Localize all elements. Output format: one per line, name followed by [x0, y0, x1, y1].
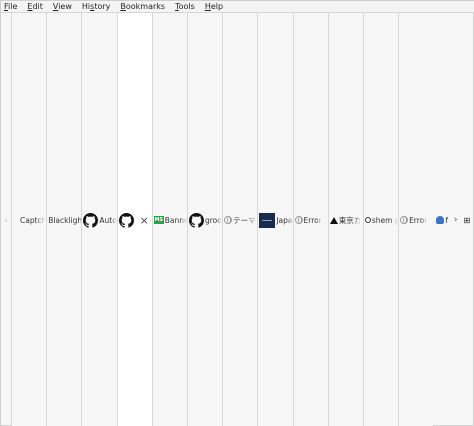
- tab-content: shem p: [364, 216, 398, 225]
- tab-banner[interactable]: MS Banner: [151, 13, 187, 426]
- tab-label: groot: [204, 215, 222, 225]
- tab-content: Captcha: [12, 216, 46, 225]
- tab-content: ×: [118, 212, 152, 228]
- github-icon: [118, 212, 134, 228]
- github-icon: [188, 212, 204, 228]
- tab-strip-end: f › ⊞: [433, 13, 474, 426]
- tab-label: Japan: [276, 215, 293, 225]
- chevron-left-icon: ‹: [4, 215, 8, 225]
- menu-history[interactable]: History: [82, 2, 110, 12]
- tab-content: groot: [188, 212, 222, 228]
- tab-content: Japan: [258, 212, 293, 228]
- tab-auto[interactable]: Auto: [81, 13, 117, 426]
- tab-error-2[interactable]: Error: [398, 13, 434, 426]
- menu-bar: File Edit View History Bookmarks Tools H…: [1, 1, 474, 13]
- site-thumbnail-icon: [259, 212, 276, 228]
- tab-label: 東京カ: [338, 215, 362, 225]
- tab-content: Blacklight: [47, 216, 81, 225]
- menu-tools[interactable]: Tools: [175, 2, 195, 12]
- search-icon: [364, 217, 371, 223]
- tab-label: Auto: [99, 215, 117, 225]
- tab-content: Error: [399, 216, 433, 225]
- tab-strip: ‹ Captcha Blacklight Auto: [1, 13, 474, 426]
- tab-content: Error: [294, 216, 328, 225]
- close-tab-icon[interactable]: ×: [140, 214, 149, 227]
- tab-label: Captcha: [20, 215, 47, 225]
- tab-content: テーマ: [223, 215, 257, 226]
- menu-view[interactable]: View: [53, 2, 72, 12]
- warning-icon: [329, 216, 338, 224]
- tab-theme[interactable]: テーマ: [222, 13, 258, 426]
- menu-help[interactable]: Help: [205, 2, 223, 12]
- tab-content: Auto: [82, 212, 117, 228]
- tab-label: shem p: [371, 215, 399, 225]
- github-icon: [83, 212, 99, 228]
- menu-file[interactable]: File: [4, 2, 17, 12]
- list-all-tabs-icon[interactable]: ⊞: [464, 216, 471, 225]
- tab-scroll-left-button[interactable]: ‹: [1, 13, 11, 426]
- tab-captcha[interactable]: Captcha: [11, 13, 47, 426]
- ms-icon: MS: [153, 216, 164, 224]
- tab-content: MS Banner: [153, 216, 187, 225]
- tab-japan[interactable]: Japan: [257, 13, 293, 426]
- tab-label: テーマ: [233, 215, 256, 225]
- browser-window: File Edit View History Bookmarks Tools H…: [0, 0, 474, 426]
- tab-github-current[interactable]: ×: [116, 13, 152, 426]
- site-icon: [436, 216, 445, 224]
- chevron-right-icon[interactable]: ›: [454, 215, 458, 225]
- tab-error-1[interactable]: Error: [292, 13, 328, 426]
- menu-edit[interactable]: Edit: [27, 2, 43, 12]
- globe-icon: [294, 216, 303, 224]
- tab-label: f: [445, 215, 448, 225]
- tab-groot[interactable]: groot: [186, 13, 223, 426]
- tab-label: Blacklight: [48, 215, 81, 225]
- globe-icon: [224, 216, 233, 224]
- tab-label: Error: [409, 215, 428, 225]
- globe-icon: [400, 216, 409, 224]
- tab-shem[interactable]: shem p: [362, 13, 399, 426]
- tab-tokyo[interactable]: 東京カ: [327, 13, 363, 426]
- tab-label: Banner: [164, 215, 187, 225]
- tab-label: Error: [303, 215, 322, 225]
- tab-blacklight[interactable]: Blacklight: [46, 13, 82, 426]
- menu-bookmarks[interactable]: Bookmarks: [120, 2, 165, 12]
- tab-content: 東京カ: [329, 215, 363, 226]
